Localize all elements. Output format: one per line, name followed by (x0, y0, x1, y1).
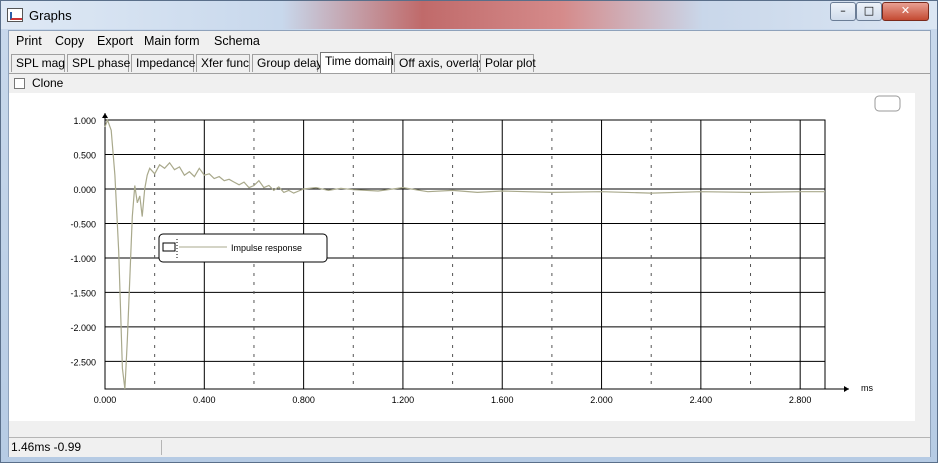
y-tick-label: 1.000 (73, 116, 96, 126)
title-bar[interactable]: Graphs – □ ✕ (1, 1, 937, 29)
impulse-response-chart[interactable]: 1.000 0.500 0.000 -0.500 -1.000 -1.500 -2.000 -… (9, 93, 915, 421)
menu-export[interactable]: Export (97, 34, 133, 48)
y-tick-label: -1.000 (70, 254, 96, 264)
window-title: Graphs (29, 8, 72, 23)
tab-xfer-func[interactable]: Xfer func (196, 54, 250, 72)
legend-label: Impulse response (231, 243, 302, 253)
clone-label: Clone (32, 76, 64, 90)
menu-bar: Print Copy Export Main form Schema (9, 31, 930, 51)
chart-corner-box[interactable] (874, 95, 901, 112)
maximize-button[interactable]: □ (856, 2, 882, 21)
x-axis-arrowhead (844, 386, 849, 392)
client-area: Print Copy Export Main form Schema SPL m… (8, 30, 931, 457)
status-bar: 1.46ms -0.99 (9, 437, 930, 457)
legend-swatch (162, 242, 176, 252)
x-tick-label: 0.000 (94, 395, 117, 405)
tab-strip: SPL mag SPL phase Impedance Xfer func Gr… (9, 52, 930, 74)
status-panel (161, 440, 921, 455)
tab-group-delay[interactable]: Group delay (252, 54, 322, 72)
tab-impedance[interactable]: Impedance (131, 54, 195, 72)
chart-area[interactable]: 1.000 0.500 0.000 -0.500 -1.000 -1.500 -2.000 -… (9, 93, 915, 421)
y-tick-label: -1.500 (70, 288, 96, 298)
y-tick-label: -0.500 (70, 219, 96, 229)
x-tick-label: 2.800 (789, 395, 812, 405)
graphs-window: Graphs – □ ✕ Print Copy Export Main form… (0, 0, 938, 463)
tab-off-axis-overlay[interactable]: Off axis, overlay (394, 54, 485, 72)
y-tick-label: 0.000 (73, 185, 96, 195)
menu-main-form[interactable]: Main form (144, 34, 200, 48)
y-tick-label: -2.500 (70, 357, 96, 367)
y-axis-arrowhead (102, 113, 108, 118)
x-tick-label: 0.400 (193, 395, 216, 405)
menu-copy[interactable]: Copy (55, 34, 84, 48)
menu-print[interactable]: Print (16, 34, 42, 48)
x-tick-label: 1.200 (392, 395, 415, 405)
tab-time-domain[interactable]: Time domain (320, 52, 394, 73)
y-tick-label: -2.000 (70, 323, 96, 333)
tab-polar-plot[interactable]: Polar plot (480, 54, 536, 72)
y-tick-label: 0.500 (73, 150, 96, 160)
clone-checkbox-box[interactable] (14, 78, 25, 89)
menu-schema[interactable]: Schema (214, 34, 260, 48)
close-button[interactable]: ✕ (882, 2, 929, 21)
x-unit-label: ms (861, 383, 873, 393)
tab-spl-phase[interactable]: SPL phase (67, 54, 130, 72)
x-tick-label: 2.400 (690, 395, 713, 405)
tab-spl-mag[interactable]: SPL mag (11, 54, 65, 72)
x-tick-label: 1.600 (491, 395, 514, 405)
x-tick-label: 2.000 (590, 395, 613, 405)
chart-legend: Impulse response (158, 233, 328, 263)
graph-app-icon (7, 8, 23, 22)
cursor-readout: 1.46ms -0.99 (9, 440, 162, 455)
x-tick-label: 0.800 (292, 395, 315, 405)
minimize-button[interactable]: – (830, 2, 856, 21)
